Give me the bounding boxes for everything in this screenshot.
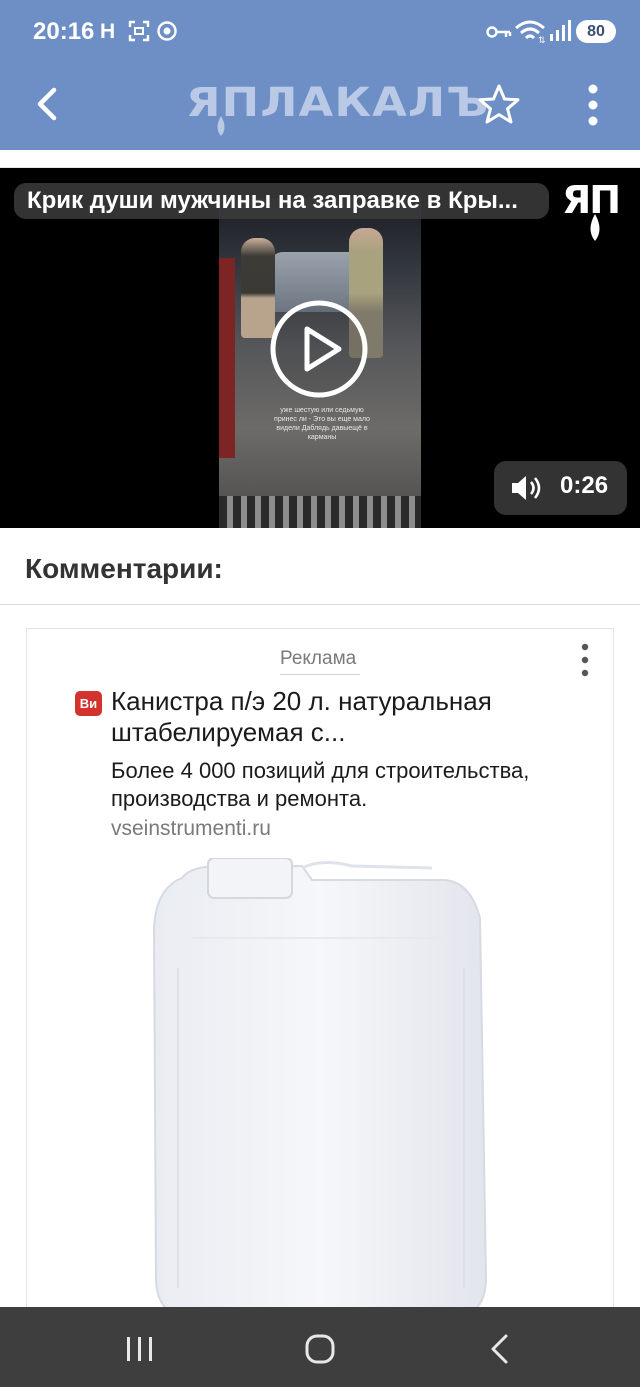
ad-domain-link[interactable]: vseinstrumenti.ru <box>111 817 271 841</box>
key-icon <box>486 26 512 38</box>
back-arrow-icon[interactable] <box>24 80 72 128</box>
notification-h-icon: H <box>100 20 116 43</box>
content-top-spacer <box>0 150 640 168</box>
ad-label: Реклама <box>280 648 357 669</box>
battery-indicator: 80 <box>576 20 616 43</box>
watermark-drop-icon <box>590 214 600 241</box>
app-bar: ЯПЛАКАЛЪ <box>0 62 640 150</box>
divider <box>0 604 640 605</box>
comments-heading: Комментарии: <box>25 553 223 584</box>
screenshot-icon <box>128 20 150 42</box>
logo-drop-icon <box>217 116 225 136</box>
recent-apps-icon[interactable] <box>124 1335 156 1363</box>
video-scene-grate <box>219 496 421 528</box>
video-player[interactable]: уже шестую или седьмую принес ли - Это в… <box>0 168 640 528</box>
signal-icon <box>550 20 571 41</box>
status-bar: 20:16 H ⇅ 80 <box>0 0 640 62</box>
status-time: 20:16 <box>33 18 95 45</box>
screen: 20:16 H ⇅ 80 ЯПЛАКАЛЪ уже шестую или сед… <box>0 0 640 1387</box>
ad-headline[interactable]: Канистра п/э 20 л. натуральная штабелиру… <box>111 686 591 748</box>
yap-watermark-icon: ЯП <box>560 178 630 244</box>
nav-back-icon[interactable] <box>488 1333 510 1365</box>
play-icon[interactable] <box>269 299 369 399</box>
system-nav-bar <box>0 1307 640 1387</box>
volume-icon[interactable] <box>510 473 544 503</box>
svg-text:⇅: ⇅ <box>538 35 546 44</box>
ad-description[interactable]: Более 4 000 позиций для строительства, п… <box>111 757 591 813</box>
record-icon <box>157 21 177 41</box>
video-scene-pump <box>219 258 235 458</box>
ad-label-underline <box>280 674 360 675</box>
video-title[interactable]: Крик души мужчины на заправке в Кры... <box>14 183 549 219</box>
more-vert-icon[interactable] <box>576 82 610 128</box>
volume-duration-control[interactable]: 0:26 <box>494 461 627 515</box>
ad-more-vert-icon[interactable] <box>574 642 596 678</box>
site-logo-text: ЯПЛАКАЛЪ <box>186 80 490 126</box>
star-outline-icon[interactable] <box>476 82 522 128</box>
home-icon[interactable] <box>304 1333 336 1365</box>
site-logo[interactable]: ЯПЛАКАЛЪ <box>186 76 488 136</box>
wifi-icon: ⇅ <box>515 20 546 44</box>
video-caption: уже шестую или седьмую принес ли - Это в… <box>274 407 370 441</box>
ad-product-image[interactable] <box>152 858 490 1318</box>
video-duration: 0:26 <box>560 472 609 499</box>
advertiser-badge-icon: Ви <box>75 691 102 716</box>
